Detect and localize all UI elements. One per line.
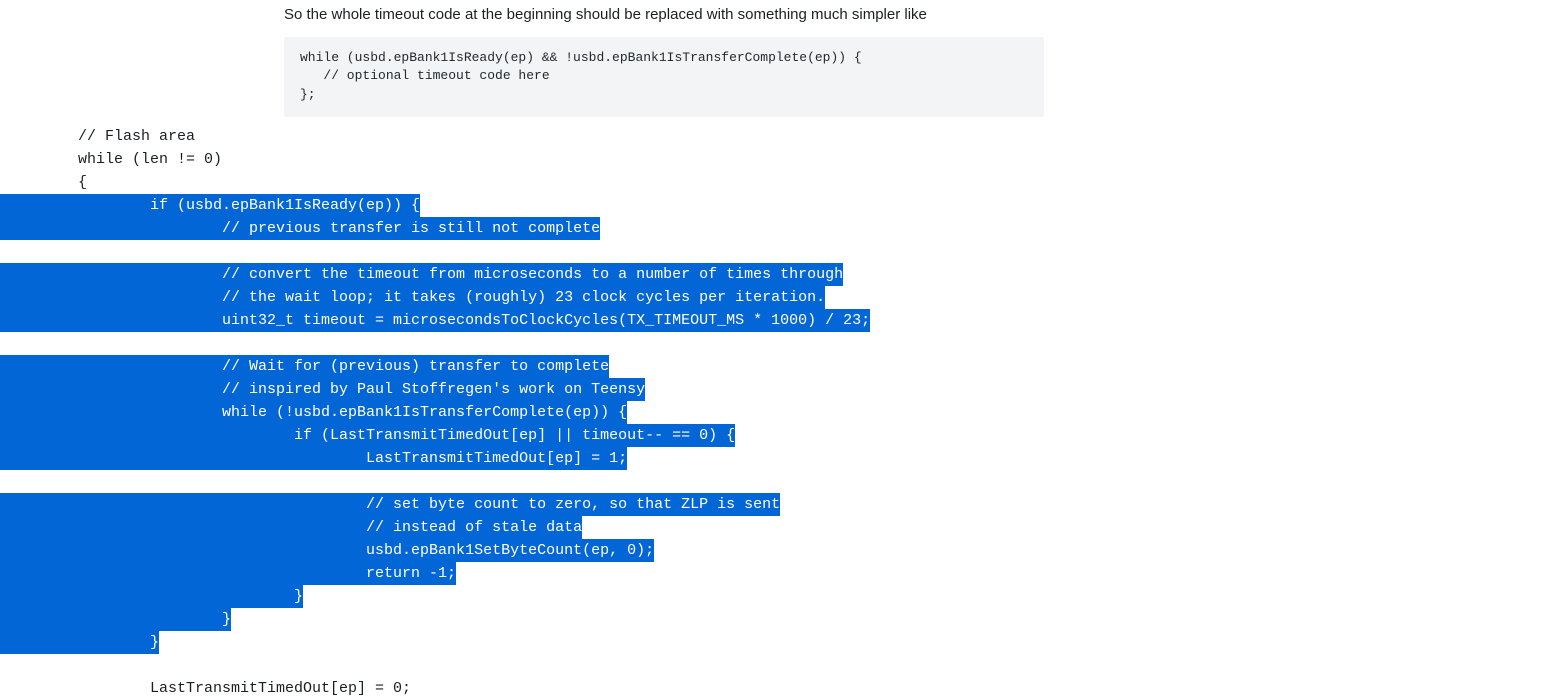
highlighted-segment: } (0, 608, 231, 631)
code-text: LastTransmitTimedOut[ep] = 0; (78, 680, 411, 697)
code-line: } (0, 608, 1542, 631)
code-line (0, 470, 1542, 493)
code-line: while (len != 0) (0, 148, 1542, 171)
code-text: // Flash area (78, 128, 195, 145)
comment-intro: So the whole timeout code at the beginni… (284, 6, 927, 23)
highlighted-segment: usbd.epBank1SetByteCount(ep, 0); (0, 539, 654, 562)
code-line: return -1; (0, 562, 1542, 585)
code-line: { (0, 171, 1542, 194)
code-line (0, 654, 1542, 677)
highlighted-segment: // the wait loop; it takes (roughly) 23 … (0, 286, 825, 309)
highlighted-segment: // previous transfer is still not comple… (0, 217, 600, 240)
suggested-code: while (usbd.epBank1IsReady(ep) && !usbd.… (300, 49, 1028, 106)
highlighted-segment: while (!usbd.epBank1IsTransferComplete(e… (0, 401, 627, 424)
code-line: usbd.epBank1SetByteCount(ep, 0); (0, 539, 1542, 562)
highlighted-segment: LastTransmitTimedOut[ep] = 1; (0, 447, 627, 470)
code-line: // Wait for (previous) transfer to compl… (0, 355, 1542, 378)
code-text (78, 657, 87, 674)
code-line: if (usbd.epBank1IsReady(ep)) { (0, 194, 1542, 217)
code-line: // instead of stale data (0, 516, 1542, 539)
code-line: // previous transfer is still not comple… (0, 217, 1542, 240)
code-line: // the wait loop; it takes (roughly) 23 … (0, 286, 1542, 309)
highlighted-segment: // Wait for (previous) transfer to compl… (0, 355, 609, 378)
code-line: LastTransmitTimedOut[ep] = 0; (0, 677, 1542, 700)
code-line: if (LastTransmitTimedOut[ep] || timeout-… (0, 424, 1542, 447)
code-line: while (!usbd.epBank1IsTransferComplete(e… (0, 401, 1542, 424)
highlighted-segment: } (0, 631, 159, 654)
highlighted-segment: // convert the timeout from microseconds… (0, 263, 843, 286)
code-line: // inspired by Paul Stoffregen's work on… (0, 378, 1542, 401)
highlighted-segment: // inspired by Paul Stoffregen's work on… (0, 378, 645, 401)
highlighted-segment: return -1; (0, 562, 456, 585)
code-line: } (0, 585, 1542, 608)
code-line: uint32_t timeout = microsecondsToClockCy… (0, 309, 1542, 332)
code-text: while (len != 0) (78, 151, 222, 168)
suggested-code-block: while (usbd.epBank1IsReady(ep) && !usbd.… (284, 37, 1044, 118)
highlighted-segment: // instead of stale data (0, 516, 582, 539)
code-text (78, 473, 87, 490)
review-comment-text: So the whole timeout code at the beginni… (284, 4, 1542, 27)
code-text: { (78, 174, 87, 191)
code-line (0, 332, 1542, 355)
code-text (78, 243, 87, 260)
code-text (78, 335, 87, 352)
highlighted-segment: if (usbd.epBank1IsReady(ep)) { (0, 194, 420, 217)
diff-code-view[interactable]: // Flash area while (len != 0) { if (usbd.… (0, 125, 1542, 700)
code-line: // set byte count to zero, so that ZLP i… (0, 493, 1542, 516)
code-line: LastTransmitTimedOut[ep] = 1; (0, 447, 1542, 470)
highlighted-segment: if (LastTransmitTimedOut[ep] || timeout-… (0, 424, 735, 447)
code-line: // convert the timeout from microseconds… (0, 263, 1542, 286)
code-line (0, 240, 1542, 263)
highlighted-segment: // set byte count to zero, so that ZLP i… (0, 493, 780, 516)
highlighted-segment: } (0, 585, 303, 608)
code-line: // Flash area (0, 125, 1542, 148)
code-line: } (0, 631, 1542, 654)
highlighted-segment: uint32_t timeout = microsecondsToClockCy… (0, 309, 870, 332)
